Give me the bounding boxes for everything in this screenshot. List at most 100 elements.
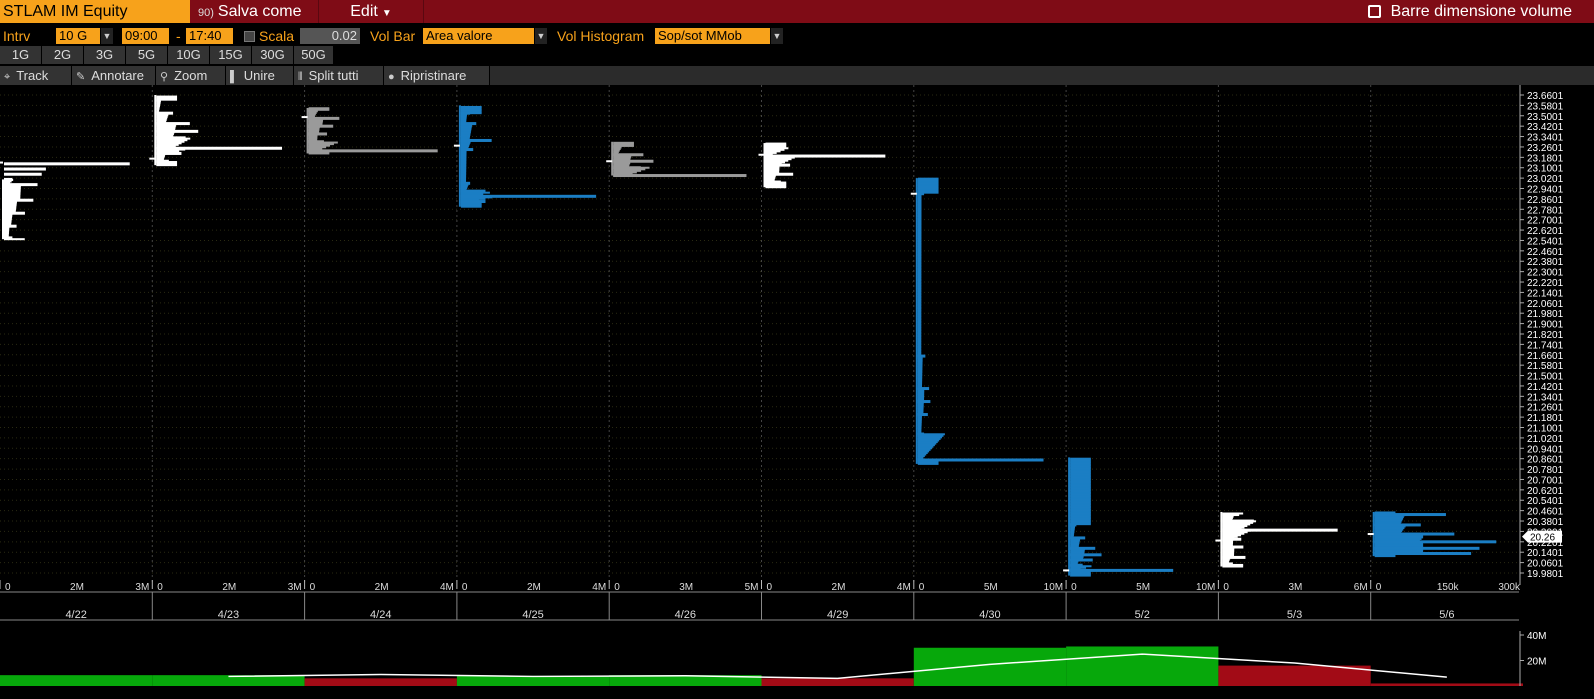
volume-axis-label: 150k: [1437, 582, 1460, 593]
volume-axis-label: 2M: [375, 582, 389, 593]
price-tick-label: 20.5401: [1527, 496, 1564, 507]
chevron-down-icon[interactable]: ▼: [535, 28, 547, 44]
profile-bar: [1070, 563, 1083, 567]
profile-bar: [308, 132, 328, 136]
period-2g-button[interactable]: 2G: [42, 46, 84, 64]
profile-bar: [1070, 523, 1077, 527]
save-as-button[interactable]: 90) Salva come: [192, 0, 316, 23]
profile-bar: [1070, 568, 1174, 572]
price-tick-label: 20.9401: [1527, 444, 1564, 455]
price-tick-label: 23.1801: [1527, 153, 1564, 164]
session-range-bar: [458, 105, 461, 207]
intrv-select[interactable]: 10 G: [56, 28, 100, 44]
volume-axis-label: 0: [1071, 582, 1077, 593]
reset-button[interactable]: ● Ripristinare: [384, 66, 490, 85]
profile-bar: [460, 189, 486, 193]
period-5g-button[interactable]: 5G: [126, 46, 168, 64]
close-tick: [1063, 569, 1070, 572]
close-tick: [453, 144, 460, 147]
volhist-select[interactable]: Sop/sot MMob: [655, 28, 770, 44]
period-15g-button[interactable]: 15G: [210, 46, 252, 64]
profile-bar: [917, 400, 931, 404]
period-30g-button[interactable]: 30G: [252, 46, 294, 64]
scala-input[interactable]: 0.02: [300, 28, 360, 44]
volume-axis-label: 0: [919, 582, 925, 593]
volume-tick-label: 40M: [1527, 631, 1546, 642]
profile-bar: [613, 174, 747, 178]
close-tick: [606, 160, 613, 163]
session-range-bar: [154, 95, 157, 166]
start-time-input[interactable]: 09:00: [122, 28, 169, 44]
price-tick-label: 20.1401: [1527, 548, 1564, 559]
profile-row: [917, 177, 939, 180]
price-tick-label: 23.5801: [1527, 101, 1564, 112]
zoom-button[interactable]: ⚲ Zoom: [156, 66, 226, 85]
chevron-down-icon: ▼: [381, 8, 392, 19]
annotate-label: Annotare: [91, 68, 144, 83]
session-date-label: 4/25: [522, 609, 543, 621]
profile-bar: [1222, 528, 1338, 532]
volume-profile-chart[interactable]: 0 2M 3M 4/22 0 2M 3M 4/23 0 2M 4M 4/24 0 2M 4M 4/25 0 3M 5…: [0, 85, 1594, 699]
volume-bar: [1370, 683, 1523, 686]
intrv-label: Intrv: [3, 28, 31, 44]
scala-checkbox[interactable]: [244, 31, 255, 42]
price-tick-label: 21.5001: [1527, 372, 1564, 383]
session-date-label: 4/26: [675, 609, 696, 621]
merge-button[interactable]: ▌ Unire: [226, 66, 294, 85]
session-date-label: 5/6: [1439, 609, 1454, 621]
annotate-button[interactable]: ✎ Annotare: [72, 66, 156, 85]
profile-bar: [1070, 536, 1086, 540]
split-all-button[interactable]: ⫴ Split tutti: [294, 66, 384, 85]
profile-bar: [1222, 519, 1254, 523]
profile-bar: [4, 183, 38, 187]
profile-bar: [917, 354, 926, 358]
period-1g-button[interactable]: 1G: [0, 46, 42, 64]
price-tick-label: 22.8601: [1527, 195, 1564, 206]
period-10g-button[interactable]: 10G: [168, 46, 210, 64]
price-tick-label: 21.4201: [1527, 382, 1564, 393]
profile-row: [460, 105, 482, 108]
volume-axis-label: 2M: [832, 582, 846, 593]
volume-axis-label: 0: [1223, 582, 1229, 593]
chevron-down-icon[interactable]: ▼: [771, 28, 783, 44]
merge-label: Unire: [243, 68, 275, 83]
chevron-down-icon[interactable]: ▼: [101, 28, 113, 44]
volhist-label: Vol Histogram: [557, 28, 645, 44]
profile-row: [308, 107, 330, 110]
reset-label: Ripristinare: [400, 68, 467, 83]
save-icon: 90): [198, 7, 214, 19]
price-tick-label: 22.3001: [1527, 268, 1564, 279]
volume-axis-label: 300k: [1498, 582, 1521, 593]
volbar-select[interactable]: Area valore: [423, 28, 534, 44]
external-link-icon: [1367, 5, 1381, 18]
profile-bar: [1374, 523, 1421, 527]
session-range-bar: [1220, 511, 1223, 567]
volume-axis-label: 4M: [440, 582, 454, 593]
price-tick-label: 22.6201: [1527, 226, 1564, 237]
ticker-field[interactable]: STLAM IM Equity: [0, 0, 190, 23]
edit-menu[interactable]: Edit ▼: [318, 0, 424, 23]
merge-icon: ▌: [230, 71, 238, 83]
period-3g-button[interactable]: 3G: [84, 46, 126, 64]
price-tick-label: 21.9801: [1527, 309, 1564, 320]
profile-bar: [156, 129, 199, 133]
last-price-label: 20.26: [1530, 533, 1555, 544]
end-time-input[interactable]: 17:40: [186, 28, 233, 44]
volume-bar: [0, 675, 153, 686]
barre-button[interactable]: Barre dimensione volume: [1367, 0, 1572, 23]
profile-bar: [1222, 513, 1240, 517]
profile-bar: [156, 151, 182, 155]
volume-bar: [913, 647, 1067, 686]
edit-label: Edit: [350, 3, 378, 20]
track-button[interactable]: ⌖ Track: [0, 66, 72, 85]
save-as-label: Salva come: [217, 3, 302, 20]
magnifier-icon: ⚲: [160, 71, 169, 83]
profile-bar: [1374, 540, 1497, 544]
volume-axis-label: 0: [5, 582, 11, 593]
session-date-label: 4/22: [65, 609, 86, 621]
profile-bar: [765, 172, 794, 176]
price-tick-label: 20.0601: [1527, 559, 1564, 570]
profile-bar: [613, 153, 644, 157]
period-50g-button[interactable]: 50G: [294, 46, 334, 64]
zoom-label: Zoom: [174, 68, 208, 83]
